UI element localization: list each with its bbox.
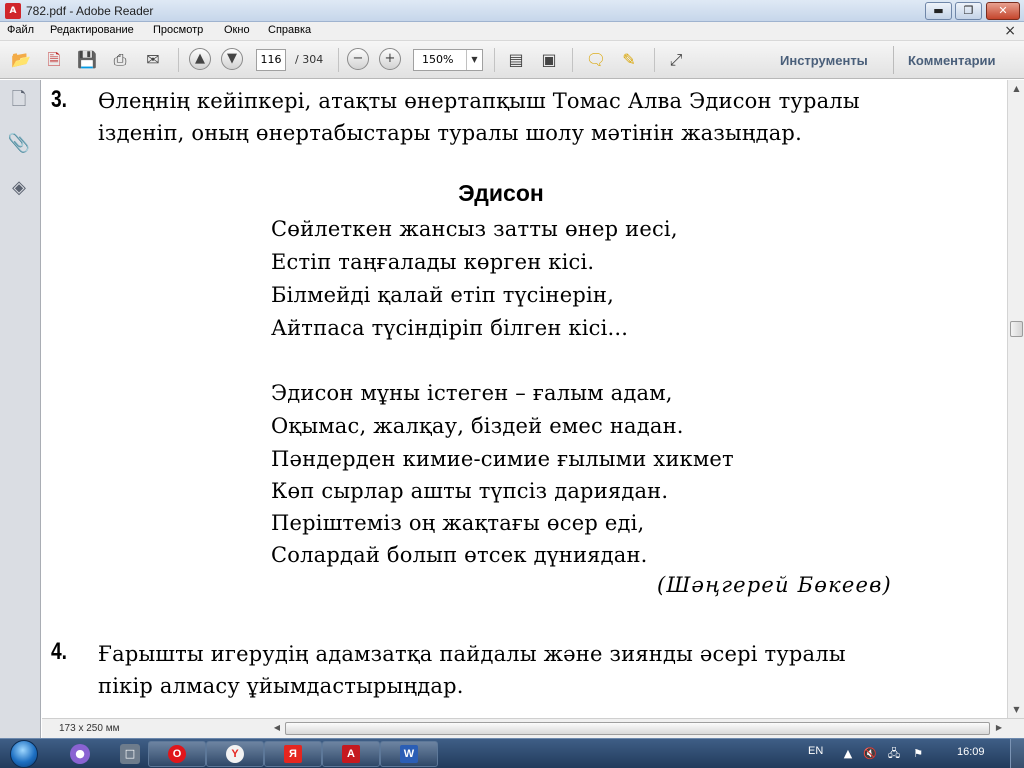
prev-page-icon[interactable]: ▲ xyxy=(189,48,211,70)
title-bar: A 782.pdf - Adobe Reader ▬ ❐ ✕ xyxy=(0,0,1024,22)
poem-line: Естіп таңғалады көрген кісі. xyxy=(271,250,595,274)
taskbar-app-adobe-reader[interactable]: A xyxy=(322,741,380,767)
question-line: пікір алмасу ұйымдастырыңдар. xyxy=(98,674,464,698)
taskbar-app-yandex[interactable]: Я xyxy=(264,741,322,767)
poem-author: (Шәңгерей Бөкеев) xyxy=(657,573,892,597)
menu-bar: Файл Редактирование Просмотр Окно Справк… xyxy=(0,22,1024,41)
fullscreen-icon[interactable]: ⤢ xyxy=(664,49,688,71)
toolbar-divider xyxy=(338,48,339,72)
adobe-reader-icon: A xyxy=(342,745,360,763)
yandex-browser-icon: Y xyxy=(226,745,244,763)
poem-line: Солардай болып өтсек дүниядан. xyxy=(271,543,648,567)
toolbar-divider xyxy=(178,48,179,72)
status-bar: 173 x 250 мм ◀ ▶ xyxy=(42,718,1024,738)
next-page-icon[interactable]: ▼ xyxy=(221,48,243,70)
poem-line: Айтпаса түсіндіріп білген кісі... xyxy=(271,316,629,340)
taskbar-app-yandex-browser[interactable]: Y xyxy=(206,741,264,767)
menu-window[interactable]: Окно xyxy=(224,24,250,36)
horizontal-scroll-thumb[interactable] xyxy=(285,722,990,735)
fit-width-icon[interactable]: ▣ xyxy=(537,49,561,71)
poem-line: Көп сырлар ашты түпсіз дариядан. xyxy=(271,479,669,503)
question-line: ізденіп, оның өнертабыстары туралы шолу … xyxy=(98,121,802,145)
page-total: / 304 xyxy=(295,53,324,66)
print-icon[interactable]: ⎙ xyxy=(108,49,132,71)
minimize-button[interactable]: ▬ xyxy=(925,2,952,20)
taskbar: ● □ O Y Я A W EN ▲ 🔇 🖧 ⚑ 16:09 xyxy=(0,738,1024,768)
poem-line: Сөйлеткен жансыз затты өнер иесі, xyxy=(271,217,678,241)
page-number-input[interactable]: 116 xyxy=(256,49,286,71)
email-icon[interactable]: ✉ xyxy=(141,49,165,71)
opera-icon: O xyxy=(168,745,186,763)
zoom-value: 150% xyxy=(422,53,454,66)
close-button[interactable]: ✕ xyxy=(986,2,1020,20)
toolbar-divider xyxy=(654,48,655,72)
toolbar-divider xyxy=(572,48,573,72)
chevron-down-icon[interactable]: ▼ xyxy=(466,50,482,70)
pages-icon[interactable]: 🗋 xyxy=(7,88,31,112)
menu-edit[interactable]: Редактирование xyxy=(50,24,134,36)
open-icon[interactable]: 📂 xyxy=(9,49,33,71)
zoom-out-icon[interactable]: − xyxy=(347,48,369,70)
toolbar: 📂 🗎 💾 ⎙ ✉ ▲ ▼ − + ▤ ▣ 🗨 ✎ ⤢ xyxy=(0,41,1024,79)
poem-line: Оқымас, жалқау, біздей емес надан. xyxy=(271,414,684,438)
save-icon[interactable]: 💾 xyxy=(75,49,99,71)
flag-icon[interactable]: ⚑ xyxy=(910,746,926,762)
menu-file[interactable]: Файл xyxy=(7,24,34,36)
volume-muted-icon[interactable]: 🔇 xyxy=(862,746,878,762)
poem-title: Эдисон xyxy=(458,180,544,206)
adobe-reader-logo-icon: A xyxy=(5,3,21,19)
show-desktop-button[interactable] xyxy=(1010,739,1024,768)
question-line: Өлеңнің кейіпкері, атақты өнертапқыш Том… xyxy=(98,89,860,113)
menu-help[interactable]: Справка xyxy=(268,24,311,36)
question-line: Ғарышты игерудің адамзатқа пайдалы және … xyxy=(98,642,846,666)
tools-tab[interactable]: Инструменты xyxy=(780,53,868,68)
poem-line: Пәндерден кимие-симие ғылыми хикмет xyxy=(271,447,734,471)
question-text: Ғарышты игерудің адамзатқа пайдалы және … xyxy=(98,638,846,702)
scroll-left-icon[interactable]: ◀ xyxy=(270,721,284,735)
close-document-button[interactable]: × xyxy=(1004,23,1016,39)
scroll-right-icon[interactable]: ▶ xyxy=(992,721,1006,735)
yandex-icon: Я xyxy=(284,745,302,763)
taskbar-app-word[interactable]: W xyxy=(380,741,438,767)
create-pdf-icon[interactable]: 🗎 xyxy=(42,49,66,71)
task-view-icon[interactable]: □ xyxy=(120,744,140,764)
vertical-scroll-thumb[interactable] xyxy=(1010,321,1023,337)
tray-expand-icon[interactable]: ▲ xyxy=(840,746,856,762)
maximize-button[interactable]: ❐ xyxy=(955,2,982,20)
alice-icon[interactable]: ● xyxy=(70,744,90,764)
fit-page-icon[interactable]: ▤ xyxy=(504,49,528,71)
clock[interactable]: 16:09 xyxy=(957,746,985,758)
poem-line: Періштеміз оң жақтағы өсер еді, xyxy=(271,511,645,535)
menu-view[interactable]: Просмотр xyxy=(153,24,203,36)
highlight-icon[interactable]: ✎ xyxy=(617,49,641,71)
question-text: Өлеңнің кейіпкері, атақты өнертапқыш Том… xyxy=(98,85,860,149)
network-icon[interactable]: 🖧 xyxy=(886,746,902,762)
question-number: 3. xyxy=(51,86,68,113)
zoom-in-icon[interactable]: + xyxy=(379,48,401,70)
toolbar-divider xyxy=(494,48,495,72)
navigation-pane: 🗋 📎 ◈ xyxy=(0,80,41,738)
poem-line: Білмейді қалай етіп түсінерін, xyxy=(271,283,614,307)
scroll-down-icon[interactable]: ▼ xyxy=(1008,701,1024,718)
comments-tab[interactable]: Комментарии xyxy=(908,53,996,68)
comment-icon[interactable]: 🗨 xyxy=(584,49,608,71)
tab-divider xyxy=(893,46,894,74)
language-indicator[interactable]: EN xyxy=(808,745,823,757)
taskbar-app-opera[interactable]: O xyxy=(148,741,206,767)
attachments-icon[interactable]: 📎 xyxy=(7,132,31,156)
question-number: 4. xyxy=(51,638,68,665)
zoom-select[interactable]: 150% ▼ xyxy=(413,49,483,71)
document-page[interactable]: 3. Өлеңнің кейіпкері, атақты өнертапқыш … xyxy=(42,80,1007,718)
windows-logo-icon xyxy=(10,740,38,768)
word-icon: W xyxy=(400,745,418,763)
window-title: 782.pdf - Adobe Reader xyxy=(26,4,154,18)
vertical-scrollbar[interactable]: ▲ ▼ xyxy=(1007,80,1024,718)
start-button[interactable] xyxy=(6,739,44,768)
poem-line: Эдисон мұны істеген – ғалым адам, xyxy=(271,381,673,405)
scroll-up-icon[interactable]: ▲ xyxy=(1008,80,1024,97)
layers-icon[interactable]: ◈ xyxy=(7,176,31,200)
page-size-label: 173 x 250 мм xyxy=(59,723,120,734)
